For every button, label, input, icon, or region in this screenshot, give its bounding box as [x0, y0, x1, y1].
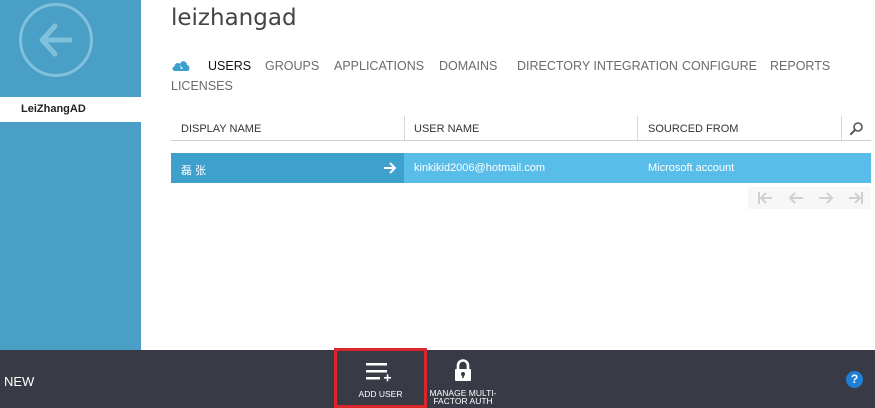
cell-sourced-from: Microsoft account: [638, 153, 871, 183]
tab-licenses[interactable]: LICENSES: [171, 79, 233, 93]
new-button[interactable]: NEW: [4, 374, 34, 389]
manage-mfa-button[interactable]: MANAGE MULTI- FACTOR AUTH: [426, 350, 500, 408]
page-title: leizhangad: [171, 5, 297, 31]
first-page-icon[interactable]: [750, 187, 780, 209]
next-page-icon[interactable]: [811, 187, 841, 209]
last-page-icon[interactable]: [841, 187, 871, 209]
search-icon: [850, 122, 863, 135]
tab-directory-integration[interactable]: DIRECTORY INTEGRATION: [517, 59, 678, 73]
sidebar-item-label: LeiZhangAD: [21, 103, 86, 115]
column-divider: [841, 116, 842, 140]
tab-applications[interactable]: APPLICATIONS: [334, 59, 424, 73]
sidebar-item-leizhangad[interactable]: LeiZhangAD: [0, 97, 141, 122]
arrow-right-icon[interactable]: [383, 161, 397, 175]
sidebar: LeiZhangAD: [0, 0, 141, 350]
cloud-icon: [172, 61, 190, 71]
cell-display-name: 磊 张: [171, 153, 404, 183]
tab-groups[interactable]: GROUPS: [265, 59, 319, 73]
arrow-left-circle-icon: [39, 23, 73, 57]
question-icon[interactable]: ?: [846, 371, 863, 388]
table-row[interactable]: 磊 张 kinkikid2006@hotmail.com Microsoft a…: [171, 153, 871, 183]
cell-user-name: kinkikid2006@hotmail.com: [404, 153, 638, 183]
column-header-display-name[interactable]: DISPLAY NAME: [171, 118, 404, 140]
previous-page-icon[interactable]: [781, 187, 811, 209]
tab-configure[interactable]: CONFIGURE: [682, 59, 757, 73]
highlight-box: [334, 348, 427, 408]
lock-icon: [455, 359, 471, 381]
search-button[interactable]: [845, 118, 869, 140]
column-header-sourced-from[interactable]: SOURCED FROM: [638, 118, 841, 140]
back-button[interactable]: [19, 3, 93, 77]
column-header-user-name[interactable]: USER NAME: [404, 118, 638, 140]
tab-domains[interactable]: DOMAINS: [439, 59, 497, 73]
tab-users[interactable]: USERS: [208, 59, 251, 73]
tab-reports[interactable]: REPORTS: [770, 59, 830, 73]
manage-mfa-label-line2: FACTOR AUTH: [433, 396, 493, 406]
table-header-divider: [171, 140, 871, 141]
